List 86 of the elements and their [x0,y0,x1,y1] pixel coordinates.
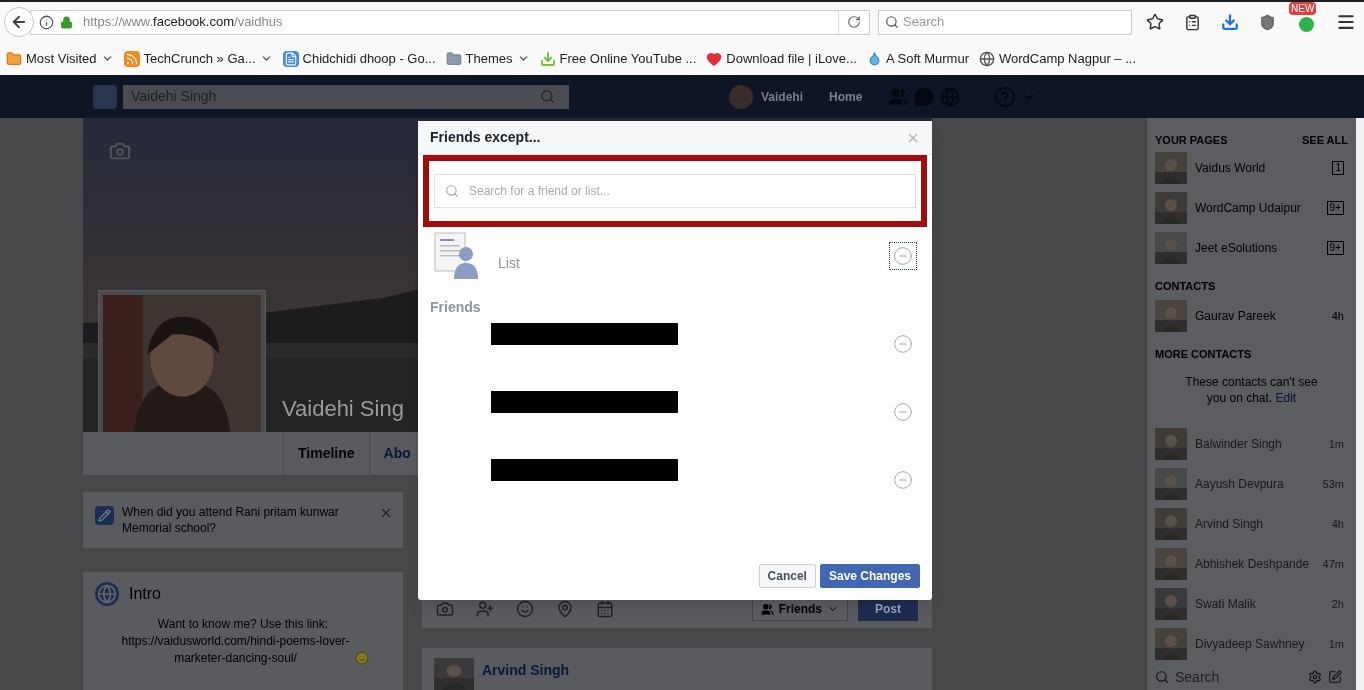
intro-title: Intro [129,584,161,604]
bookmark-link[interactable]: Themes [465,48,513,69]
contact-name[interactable]: Divyadeep Sawhney [1195,635,1321,654]
bookmark-link[interactable]: Most Visited [26,48,97,69]
smiley-icon[interactable] [516,600,534,618]
bookmark-link[interactable]: Chidchidi dhoop - Go... [302,48,436,69]
logo-icon [93,84,117,109]
document-icon [282,50,299,67]
globe-icon [95,582,119,606]
url-text: https://www.facebook.com/vaidhus [83,13,283,32]
post-author[interactable]: Arvind Singh [482,660,570,681]
folder-icon [445,50,462,67]
page-name[interactable]: Vaidus World [1195,159,1325,178]
question-text: When did you attend Rani pritam kunwar Memorial school? [122,504,340,536]
notification-count: 9+ [1326,240,1344,255]
contact-name[interactable]: Balwinder Singh [1195,435,1321,454]
cancel-button[interactable]: Cancel [758,564,816,588]
edit-link[interactable]: Edit [1275,391,1297,406]
remove-button[interactable] [892,469,914,491]
section-heading: MORE CONTACTS [1155,346,1253,362]
smiley-icon [354,651,369,665]
drop-icon [866,51,882,66]
user-link[interactable]: Vaidehi [761,87,804,106]
section-heading: CONTACTS [1155,278,1217,294]
search-icon [1155,670,1169,685]
contact-name[interactable]: Aayush Devpura [1195,475,1315,494]
close-icon[interactable] [379,506,393,520]
bookmark-link[interactable]: A Soft Murmur [885,48,969,69]
notification-count: 1 [1332,161,1344,176]
scrollbar[interactable] [1356,118,1364,690]
page-name[interactable]: WordCamp Udaipur [1195,199,1319,217]
back-button[interactable] [4,7,34,37]
page-name[interactable]: Jeet eSolutions [1195,238,1319,257]
contact-name[interactable]: Arvind Singh [1195,515,1324,534]
menu-icon[interactable] [1336,12,1356,32]
info-icon [39,14,54,30]
intro-text: Want to know me? Use this link: [156,616,330,633]
avatar[interactable] [729,84,753,109]
heart-icon [706,50,723,67]
chat-notice: These contacts can't see you on chat. Edit [1184,374,1319,407]
intro-link[interactable]: https://vaidusworld.com/hindi-poems-lover-marketer-dancing-soul/ [117,633,354,667]
photo-icon[interactable] [436,600,454,618]
bookmark-link[interactable]: Download file | iLove... [726,48,857,69]
bookmark-link[interactable]: WordCamp Nagpur – ... [999,48,1137,69]
chat-search-field[interactable]: Search [1155,666,1302,688]
download-icon [539,50,556,67]
profile-tab[interactable]: Timeline [283,432,369,475]
tag-friend-icon[interactable] [476,600,494,618]
last-active-time: 2h [1331,596,1344,612]
compose-icon[interactable] [1328,670,1342,685]
settings-icon[interactable] [1308,670,1322,685]
last-active-time: 53m [1322,476,1344,492]
search-icon [885,15,899,29]
contact-name[interactable]: Swati Malik [1195,595,1324,614]
bookmark-star-icon[interactable] [1146,13,1164,31]
reload-icon [847,15,861,29]
search-icon[interactable] [540,89,555,104]
notification-count: 9+ [1326,201,1344,215]
last-active-time: 47m [1322,556,1344,572]
contact-name[interactable]: Abhishek Deshpande [1195,555,1315,574]
last-active-time: 4h [1331,308,1344,324]
feed-icon [123,50,140,67]
folder-icon [6,50,22,67]
save-button[interactable]: Save Changes [819,564,920,588]
see-all-link[interactable]: SEE ALL [1301,132,1348,149]
download-icon[interactable] [1221,13,1239,31]
extension-icon[interactable] [1298,17,1314,32]
last-active-time: 1m [1328,436,1344,452]
shield-icon[interactable] [1259,13,1276,31]
lock-icon [60,15,73,29]
location-icon[interactable] [556,600,574,618]
contact-name[interactable]: Gaurav Pareek [1195,306,1324,325]
url-field[interactable]: https://www.facebook.com/vaidhus [30,9,870,35]
globe-icon [979,50,995,67]
reader-icon[interactable] [1184,13,1201,31]
last-active-time: 1m [1328,636,1344,652]
people-icon [760,602,774,616]
home-link[interactable]: Home [829,87,863,106]
calendar-icon[interactable] [596,600,614,618]
new-badge: NEW [1289,2,1317,15]
bookmark-link[interactable]: TechCrunch » Ga... [143,48,256,69]
pencil-icon [95,506,114,525]
search-field[interactable]: Search [878,9,1132,35]
last-active-time: 4h [1331,516,1344,532]
bookmark-link[interactable]: Free Online YouTube ... [559,48,697,69]
section-heading: YOUR PAGES [1155,133,1228,148]
